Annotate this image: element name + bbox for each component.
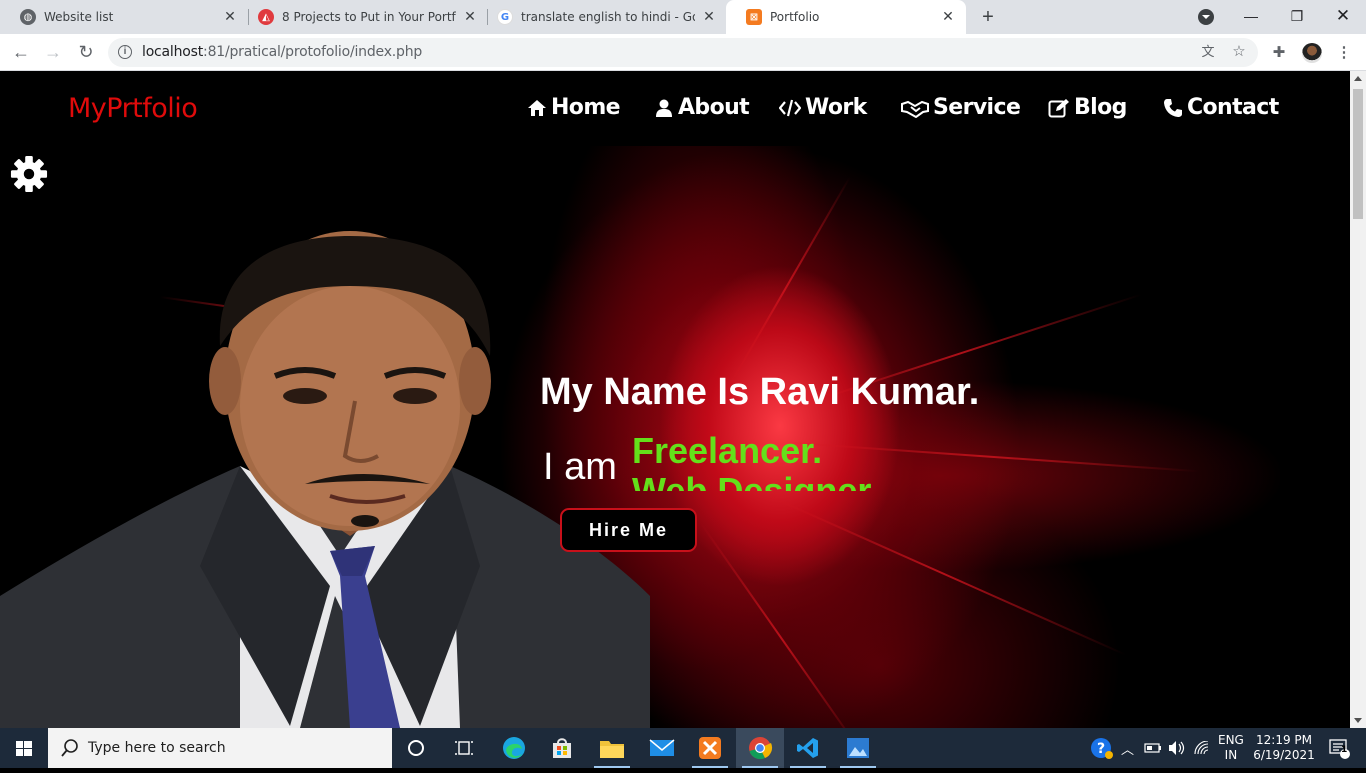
file-explorer-icon[interactable]: [588, 728, 636, 768]
lang-bottom: IN: [1224, 748, 1238, 762]
window-close-button[interactable]: ✕: [1320, 0, 1366, 34]
tab-portfolio[interactable]: ⊠ Portfolio ✕: [726, 0, 966, 34]
svg-text:?: ?: [1097, 741, 1105, 757]
browser-tab-strip: ◍ Website list ✕ ◭ 8 Projects to Put in …: [0, 0, 1366, 34]
tab-projects[interactable]: ◭ 8 Projects to Put in Your Portfolio ✕: [238, 0, 488, 34]
scroll-down-icon[interactable]: [1354, 718, 1362, 723]
photos-icon[interactable]: [834, 728, 882, 768]
xampp-icon[interactable]: [686, 728, 734, 768]
translate-icon[interactable]: 文: [1198, 42, 1218, 62]
hero-headline: My Name Is Ravi Kumar.: [540, 371, 980, 413]
reload-icon[interactable]: ↻: [73, 40, 99, 66]
language-indicator[interactable]: ENG IN: [1218, 728, 1244, 768]
url-path: :81/pratical/protofolio/index.php: [203, 44, 423, 60]
extensions-icon[interactable]: ✚: [1269, 43, 1289, 63]
help-icon[interactable]: ?: [1090, 728, 1114, 768]
hero-iam-text: I am: [543, 446, 617, 488]
restore-button[interactable]: ❐: [1274, 0, 1320, 34]
start-button[interactable]: [0, 728, 48, 768]
mail-icon[interactable]: [638, 728, 686, 768]
hire-me-button[interactable]: Hire Me: [560, 508, 697, 552]
star-icon[interactable]: ☆: [1229, 42, 1249, 62]
close-icon[interactable]: ✕: [462, 9, 478, 25]
scrollbar-thumb[interactable]: [1353, 89, 1363, 219]
search-icon: [61, 739, 78, 757]
home-icon: [528, 99, 546, 116]
search-placeholder: Type here to search: [88, 740, 226, 756]
close-icon[interactable]: ✕: [701, 9, 717, 25]
battery-icon[interactable]: [1144, 728, 1162, 768]
xampp-icon: ⊠: [746, 9, 762, 25]
notification-icon[interactable]: 1: [1322, 728, 1356, 768]
page-scrollbar[interactable]: [1350, 71, 1366, 728]
edge-icon[interactable]: [490, 728, 538, 768]
red-logo-icon: ◭: [258, 9, 274, 25]
chevron-up-icon[interactable]: ︿: [1121, 728, 1134, 768]
phone-icon: [1164, 98, 1182, 117]
url-host: localhost: [142, 44, 204, 60]
chrome-icon[interactable]: [736, 728, 784, 768]
nav-label: Work: [805, 95, 867, 120]
nav-label: Service: [933, 95, 1021, 120]
task-view-icon[interactable]: [440, 728, 488, 768]
tab-website-list[interactable]: ◍ Website list ✕: [0, 0, 248, 34]
typed-roles: Freelancer. Web Designer.: [632, 429, 892, 491]
nav-contact[interactable]: Contact: [1163, 95, 1279, 120]
edit-icon: [1048, 98, 1069, 117]
notification-count: 1: [1341, 745, 1348, 755]
tab-title: Website list: [44, 10, 114, 24]
handshake-icon: [901, 100, 929, 118]
tab-title: translate english to hindi - Google: [521, 10, 695, 24]
profile-avatar[interactable]: [1302, 43, 1322, 63]
code-icon: [779, 99, 801, 116]
tab-search-icon[interactable]: [1198, 9, 1214, 25]
typed-role-next: Web Designer.: [632, 470, 880, 491]
vscode-icon[interactable]: [784, 728, 832, 768]
nav-about[interactable]: About: [654, 95, 750, 120]
nav-blog[interactable]: Blog: [1048, 95, 1127, 120]
store-icon[interactable]: [538, 728, 586, 768]
scroll-up-icon[interactable]: [1354, 76, 1362, 81]
typed-role-current: Freelancer.: [632, 430, 823, 471]
close-icon[interactable]: ✕: [940, 9, 956, 25]
gear-icon[interactable]: [10, 155, 48, 193]
tab-title: Portfolio: [770, 10, 820, 24]
site-logo[interactable]: MyPrtfolio: [68, 93, 198, 124]
browser-toolbar: ← → ↻ i localhost:81/pratical/protofolio…: [0, 34, 1366, 71]
nav-label: Contact: [1187, 95, 1279, 120]
clock-date: 6/19/2021: [1253, 748, 1315, 762]
nav-home[interactable]: Home: [527, 95, 621, 120]
google-icon: G: [497, 9, 513, 25]
clock[interactable]: 12:19 PM 6/19/2021: [1253, 728, 1315, 768]
tab-title: 8 Projects to Put in Your Portfolio: [282, 10, 456, 24]
nav-label: Blog: [1074, 95, 1127, 120]
address-bar[interactable]: i localhost:81/pratical/protofolio/index…: [108, 38, 1258, 67]
back-icon[interactable]: ←: [8, 40, 34, 66]
user-icon: [656, 99, 672, 117]
tab-translate[interactable]: G translate english to hindi - Google ✕: [477, 0, 727, 34]
minimize-button[interactable]: —: [1228, 0, 1274, 34]
page-viewport: MyPrtfolio Home About Work Service Blog …: [0, 71, 1350, 728]
wifi-icon[interactable]: [1194, 728, 1210, 768]
nav-work[interactable]: Work: [779, 95, 867, 120]
info-icon[interactable]: i: [118, 45, 132, 59]
close-icon[interactable]: ✕: [222, 9, 238, 25]
clock-time: 12:19 PM: [1256, 733, 1312, 747]
nav-service[interactable]: Service: [901, 95, 1021, 120]
taskbar-search-box[interactable]: Type here to search: [48, 728, 392, 768]
volume-icon[interactable]: [1168, 728, 1186, 768]
menu-icon[interactable]: ⋮: [1334, 43, 1354, 63]
nav-label: Home: [551, 95, 621, 120]
cortana-icon[interactable]: [392, 728, 440, 768]
nav-label: About: [678, 95, 750, 120]
globe-icon: ◍: [20, 9, 36, 25]
forward-icon[interactable]: →: [40, 40, 66, 66]
new-tab-button[interactable]: +: [976, 5, 1000, 29]
windows-logo-icon: [16, 741, 32, 756]
windows-taskbar: Type here to search ? ︿ ENG IN 12:19 PM …: [0, 728, 1366, 768]
url-text[interactable]: localhost:81/pratical/protofolio/index.p…: [142, 44, 422, 60]
lang-top: ENG: [1218, 733, 1244, 747]
